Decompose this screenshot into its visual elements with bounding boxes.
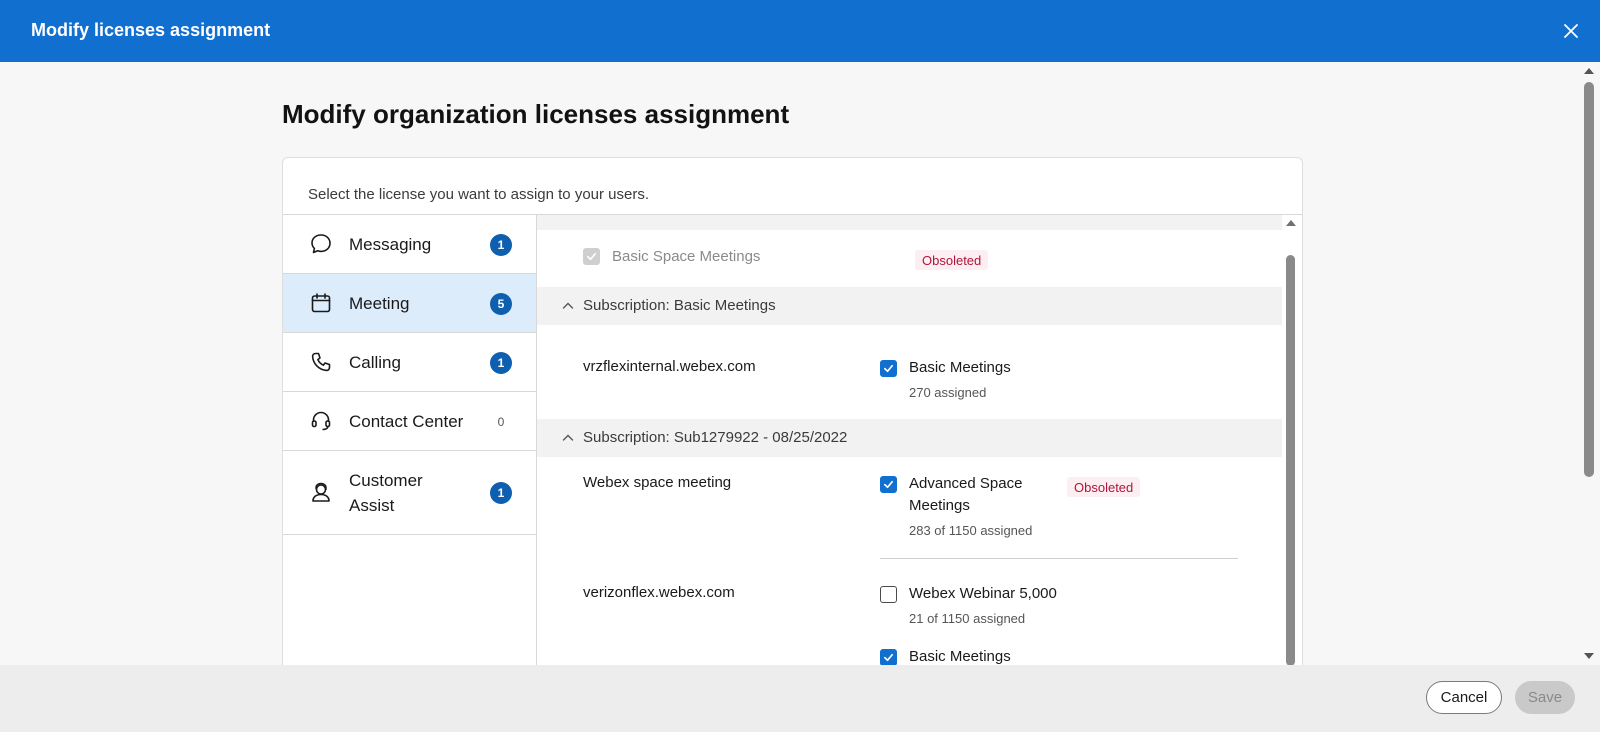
subscription-header[interactable]: Subscription: Basic Meetings bbox=[537, 287, 1282, 325]
sidebar-item-label: Calling bbox=[349, 353, 401, 372]
modal-footer: Cancel Save bbox=[0, 665, 1600, 732]
phone-icon bbox=[311, 352, 331, 372]
headset-icon bbox=[311, 411, 331, 431]
site-name: vrzflexinternal.webex.com bbox=[583, 358, 756, 375]
sidebar-item-label: Meeting bbox=[349, 294, 410, 313]
checkmark-icon bbox=[884, 653, 893, 662]
chevron-up-icon bbox=[562, 302, 574, 309]
scroll-up-arrow-icon[interactable] bbox=[1286, 220, 1296, 226]
subscription-title: Subscription: Sub1279922 - 08/25/2022 bbox=[583, 429, 848, 446]
sidebar-item-contact-center[interactable]: Contact Center 0 bbox=[283, 392, 536, 451]
sidebar-item-messaging[interactable]: Messaging 1 bbox=[283, 215, 536, 274]
license-name: Basic Meetings bbox=[909, 648, 1011, 665]
license-name: Basic Meetings bbox=[909, 359, 1011, 376]
sidebar-item-label: Messaging bbox=[349, 235, 432, 254]
card-hint: Select the license you want to assign to… bbox=[308, 186, 650, 203]
row-divider bbox=[880, 558, 1238, 559]
sidebar-item-customer-assist[interactable]: Customer Assist 1 bbox=[283, 451, 536, 535]
content-scrollbar[interactable] bbox=[1282, 215, 1302, 665]
close-button[interactable] bbox=[1557, 17, 1585, 45]
customer-assist-icon bbox=[312, 482, 330, 502]
assigned-count: 21 of 1150 assigned bbox=[909, 611, 1026, 626]
scrollbar-thumb[interactable] bbox=[1286, 255, 1295, 665]
license-checkbox[interactable] bbox=[880, 649, 897, 665]
subscription-header-partial bbox=[537, 215, 1282, 230]
license-name: Basic Space Meetings bbox=[612, 248, 761, 265]
modal-title: Modify licenses assignment bbox=[31, 20, 271, 40]
license-checkbox[interactable] bbox=[880, 586, 897, 603]
calendar-icon bbox=[311, 293, 331, 313]
sidebar-item-label: Customer Assist bbox=[349, 471, 423, 515]
close-icon bbox=[1564, 24, 1578, 38]
license-checkbox[interactable] bbox=[583, 248, 600, 265]
count-badge: 1 bbox=[490, 482, 512, 504]
card-header: Select the license you want to assign to… bbox=[283, 158, 1302, 215]
subscription-title: Subscription: Basic Meetings bbox=[583, 297, 776, 314]
assigned-count: 283 of 1150 assigned bbox=[909, 523, 1033, 538]
license-scroll-area[interactable]: Basic Space Meetings Obsoleted Subscript… bbox=[537, 215, 1282, 665]
obsoleted-badge: Obsoleted bbox=[915, 250, 989, 270]
count-badge: 1 bbox=[490, 234, 512, 256]
license-content: Basic Space Meetings Obsoleted Subscript… bbox=[537, 215, 1302, 665]
count-badge: 1 bbox=[490, 352, 512, 374]
sidebar-item-calling[interactable]: Calling 1 bbox=[283, 333, 536, 392]
checkmark-icon bbox=[587, 252, 596, 261]
scroll-up-arrow-icon[interactable] bbox=[1584, 68, 1594, 74]
sidebar-item-meeting[interactable]: Meeting 5 bbox=[283, 274, 536, 333]
subscription-header[interactable]: Subscription: Sub1279922 - 08/25/2022 bbox=[537, 419, 1282, 457]
site-name: verizonflex.webex.com bbox=[583, 584, 735, 601]
scrollbar-thumb[interactable] bbox=[1584, 82, 1594, 477]
license-checkbox[interactable] bbox=[880, 360, 897, 377]
chat-bubble-icon bbox=[311, 234, 331, 254]
page-scrollbar[interactable] bbox=[1578, 62, 1600, 665]
license-name-line2: Meetings bbox=[909, 497, 970, 514]
checkmark-icon bbox=[884, 364, 893, 373]
site-name: Webex space meeting bbox=[583, 474, 732, 491]
checkmark-icon bbox=[884, 480, 893, 489]
assigned-count: 270 assigned bbox=[909, 385, 987, 400]
modal-header: Modify licenses assignment bbox=[0, 0, 1600, 62]
sidebar-item-label: Contact Center bbox=[349, 412, 464, 431]
chevron-up-icon bbox=[562, 434, 574, 441]
save-button[interactable]: Save bbox=[1515, 681, 1575, 714]
license-checkbox[interactable] bbox=[880, 476, 897, 493]
page-title: Modify organization licenses assignment bbox=[282, 99, 790, 129]
count-badge: 5 bbox=[490, 293, 512, 315]
cancel-button[interactable]: Cancel bbox=[1426, 681, 1502, 714]
license-category-list: Messaging 1 Meeting 5 Calling 1 Contact … bbox=[283, 215, 537, 665]
license-name: Webex Webinar 5,000 bbox=[909, 585, 1057, 602]
license-name-line1: Advanced Space bbox=[909, 475, 1023, 492]
scroll-down-arrow-icon[interactable] bbox=[1584, 653, 1594, 659]
license-card: Select the license you want to assign to… bbox=[282, 157, 1303, 665]
obsoleted-badge: Obsoleted bbox=[1067, 477, 1141, 497]
count-badge: 0 bbox=[497, 415, 505, 429]
